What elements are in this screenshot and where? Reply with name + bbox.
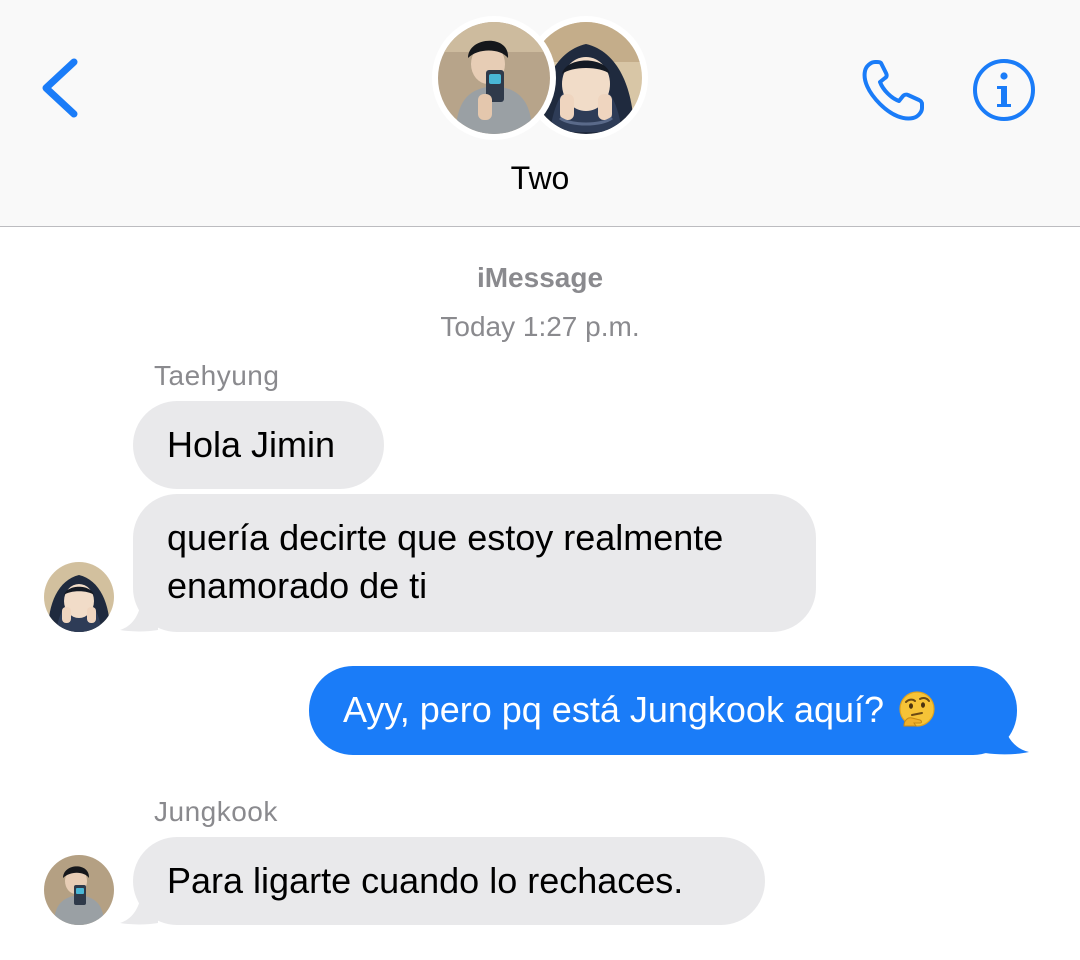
- timestamp: Today 1:27 p.m.: [440, 311, 640, 342]
- message-text: Hola Jimin: [167, 424, 336, 465]
- info-button[interactable]: [970, 56, 1038, 124]
- bubble-tail: [120, 889, 158, 925]
- message-bubble-incoming[interactable]: quería decirte que estoy realmente enamo…: [133, 494, 816, 632]
- thinking-face-emoji: [899, 691, 935, 727]
- bubble-tail: [985, 719, 1029, 755]
- message-bubble-outgoing[interactable]: Ayy, pero pq está Jungkook aquí?: [309, 666, 1017, 755]
- avatar-jungkook: [432, 16, 556, 140]
- chevron-left-icon: [42, 58, 78, 118]
- message-text-line: enamorado de ti: [167, 565, 428, 606]
- message-bubble-incoming[interactable]: Hola Jimin: [133, 401, 384, 489]
- messages-app: Two iMessage Today 1:27 p.m. Taehyung Ho…: [0, 0, 1080, 960]
- avatar-jungkook-small[interactable]: [44, 855, 114, 925]
- group-avatar[interactable]: [432, 16, 648, 144]
- bubble-tail: [120, 596, 158, 632]
- sender-name-taehyung: Taehyung: [154, 360, 280, 391]
- conversation-header: Two: [0, 0, 1080, 227]
- info-icon: [973, 59, 1035, 121]
- back-button[interactable]: [30, 48, 90, 120]
- message-bubble-incoming[interactable]: Para ligarte cuando lo rechaces.: [133, 837, 765, 925]
- phone-icon: [862, 60, 924, 121]
- message-text-line: quería decirte que estoy realmente: [167, 517, 724, 558]
- message-text: Para ligarte cuando lo rechaces.: [167, 860, 684, 901]
- conversation-title[interactable]: Two: [0, 160, 1080, 197]
- call-button[interactable]: [858, 56, 930, 124]
- service-label: iMessage: [476, 262, 604, 293]
- avatar-taehyung-small[interactable]: [44, 562, 114, 632]
- message-text: Ayy, pero pq está Jungkook aquí?: [343, 689, 885, 730]
- sender-name-jungkook: Jungkook: [154, 796, 278, 827]
